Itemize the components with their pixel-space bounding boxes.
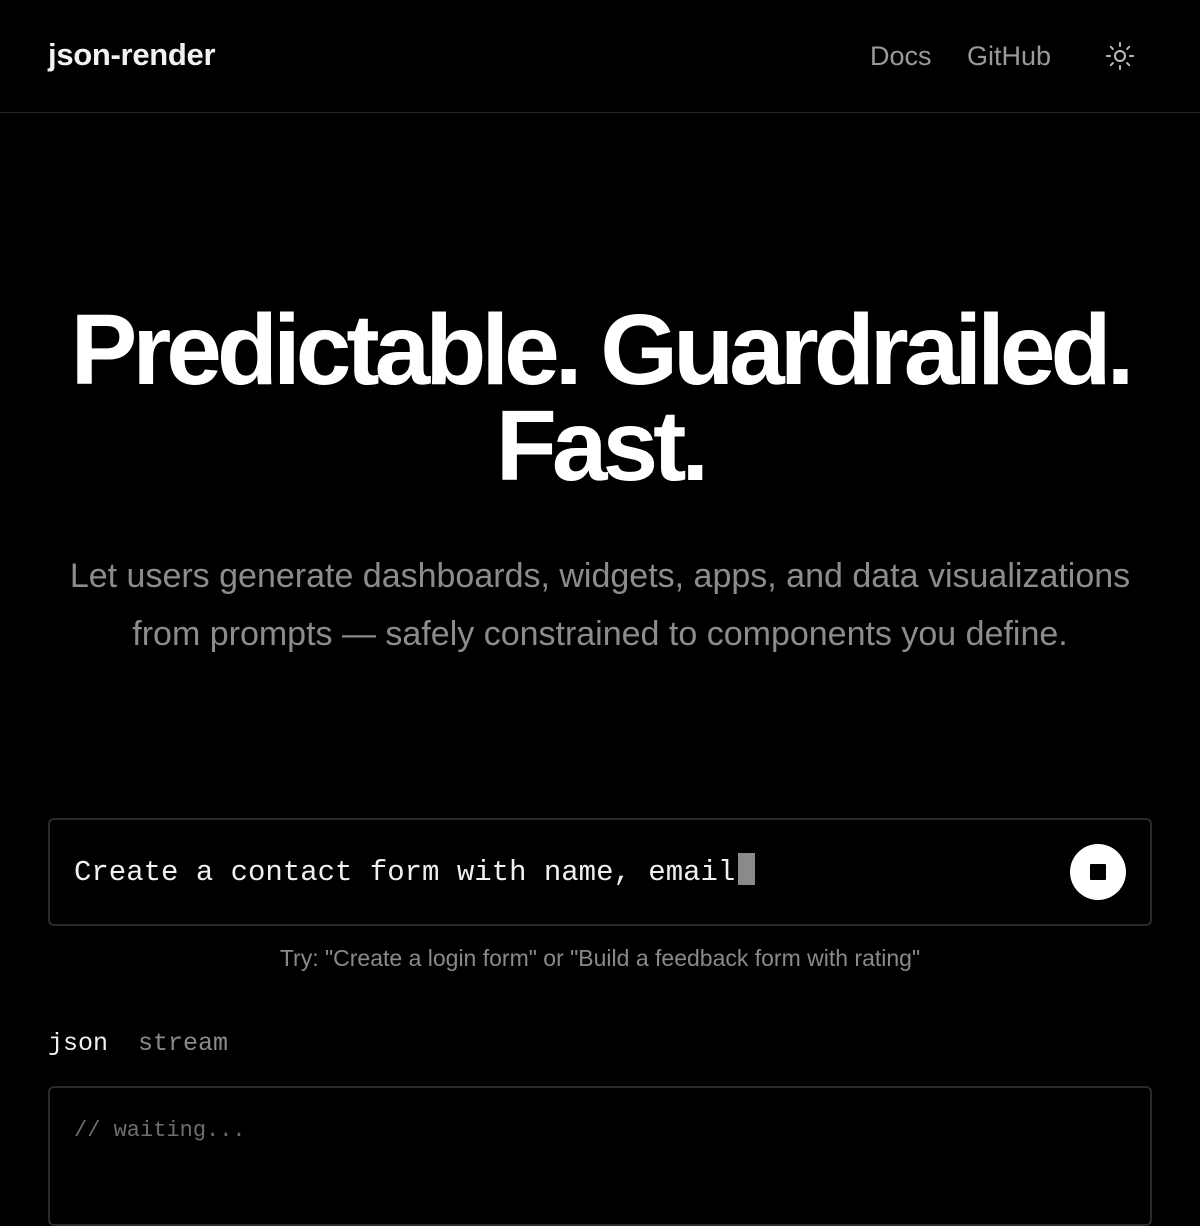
prompt-input[interactable]: Create a contact form with name, email bbox=[48, 818, 1152, 926]
output-panel: // waiting... bbox=[48, 1086, 1152, 1226]
tab-json[interactable]: json bbox=[48, 1028, 108, 1060]
stop-generation-button[interactable] bbox=[1070, 844, 1126, 900]
output-placeholder: // waiting... bbox=[74, 1118, 246, 1143]
site-header: json-render Docs GitHub bbox=[0, 0, 1200, 113]
prompt-suggestions-hint: Try: "Create a login form" or "Build a f… bbox=[279, 945, 921, 971]
text-cursor bbox=[738, 853, 756, 885]
hero-subtitle: Let users generate dashboards, widgets, … bbox=[69, 557, 1131, 653]
prompt-text: Create a contact form with name, email bbox=[74, 856, 736, 889]
prompt-input-value[interactable]: Create a contact form with name, email bbox=[74, 853, 756, 892]
theme-toggle-button[interactable] bbox=[1098, 34, 1142, 78]
brand-logo[interactable]: json-render bbox=[48, 36, 216, 74]
nav-link-docs[interactable]: Docs bbox=[870, 39, 932, 73]
nav-link-github[interactable]: GitHub bbox=[967, 39, 1051, 73]
tab-stream[interactable]: stream bbox=[138, 1028, 228, 1060]
hero-title: Predictable. Guardrailed. Fast. bbox=[0, 300, 1200, 496]
stop-icon bbox=[1090, 864, 1106, 880]
hero-title-line-2: Fast. bbox=[495, 390, 709, 502]
sun-icon bbox=[1106, 42, 1134, 70]
